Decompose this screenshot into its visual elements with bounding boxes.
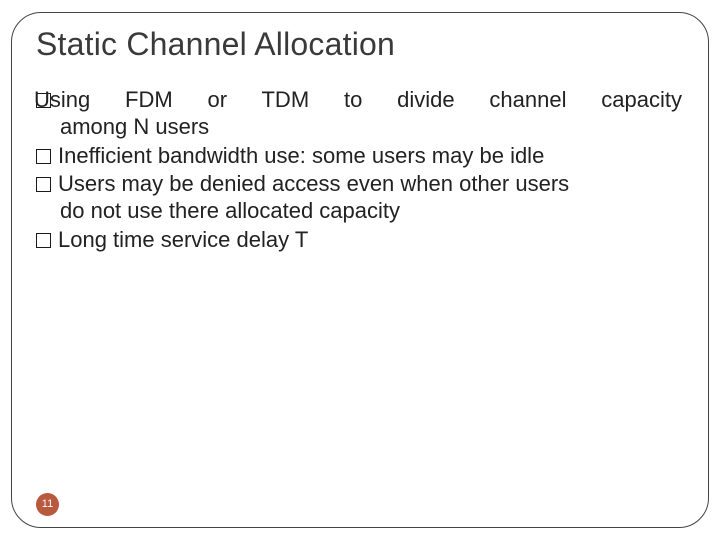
- list-item-line1: Long time service delay T: [58, 227, 308, 252]
- bullet-icon: [36, 149, 51, 164]
- list-item-line1: Using FDM or TDM to divide channel capac…: [58, 87, 682, 114]
- bullet-icon: [36, 177, 51, 192]
- list-item: Users may be denied access even when oth…: [36, 171, 684, 225]
- list-item: Long time service delay T: [36, 227, 684, 254]
- slide-title: Static Channel Allocation: [36, 0, 684, 63]
- list-item-line1: Users may be denied access even when oth…: [58, 171, 569, 196]
- slide: Static Channel Allocation Using FDM or T…: [0, 0, 720, 540]
- list-item: Using FDM or TDM to divide channel capac…: [36, 87, 684, 141]
- slide-content: Using FDM or TDM to divide channel capac…: [36, 87, 684, 254]
- bullet-icon: [36, 233, 51, 248]
- list-item-rest: among N users: [60, 114, 209, 139]
- list-item-rest: do not use there allocated capacity: [60, 198, 400, 223]
- list-item: Inefficient bandwidth use: some users ma…: [36, 143, 684, 170]
- list-item-line1: Inefficient bandwidth use: some users ma…: [58, 143, 544, 168]
- page-number-badge: 11: [36, 493, 59, 516]
